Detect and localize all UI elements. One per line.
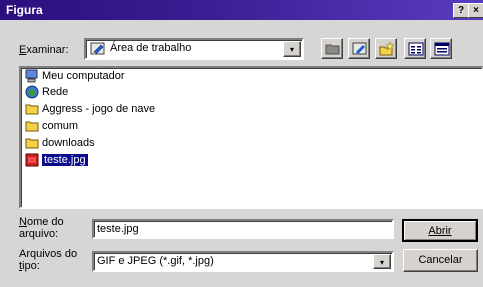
open-button-label: Abrir — [428, 225, 452, 237]
new-folder-button[interactable] — [375, 38, 397, 59]
lookin-dropdown-button[interactable]: ▾ — [283, 41, 301, 57]
filetype-label-line2: ipo: — [22, 260, 40, 272]
filename-label-line2: arquivo: — [19, 228, 59, 240]
up-folder-button[interactable] — [321, 38, 343, 59]
cancel-button[interactable]: Cancelar — [403, 249, 478, 272]
desktop-icon — [352, 42, 367, 55]
filename-input[interactable]: teste.jpg — [92, 219, 394, 239]
list-item-label: Meu computador — [42, 70, 125, 82]
list-item-label: teste.jpg — [42, 154, 88, 166]
list-item-label: Aggress - jogo de nave — [42, 103, 156, 115]
file-list[interactable]: Meu computador Rede Aggress - jogo de na… — [19, 66, 483, 209]
folder-icon — [25, 102, 39, 116]
cancel-button-label: Cancelar — [418, 254, 463, 266]
list-item-label: downloads — [42, 137, 95, 149]
list-item-computer[interactable]: Meu computador — [25, 68, 125, 84]
up-folder-icon — [325, 44, 340, 55]
filename-label-line1: ome do — [26, 216, 64, 228]
close-button[interactable]: × — [468, 3, 483, 18]
list-item-folder[interactable]: comum — [25, 118, 78, 134]
lookin-combo[interactable]: Área de trabalho ▾ — [84, 38, 304, 60]
open-button[interactable]: Abrir — [402, 219, 478, 242]
new-folder-icon — [379, 41, 395, 56]
details-view-button[interactable] — [430, 38, 452, 59]
filetype-value: GIF e JPEG (*.gif, *.jpg) — [97, 255, 214, 267]
list-item-file-selected[interactable]: teste.jpg — [25, 152, 88, 168]
list-item-folder[interactable]: Aggress - jogo de nave — [25, 101, 155, 117]
list-view-icon — [408, 42, 424, 56]
folder-icon — [25, 119, 39, 133]
list-item-label: Rede — [42, 86, 69, 98]
filetype-label-line1: Arquivos do — [19, 248, 78, 260]
details-view-icon — [434, 42, 450, 56]
desktop-button[interactable] — [348, 38, 370, 59]
list-view-button[interactable] — [404, 38, 426, 59]
filename-label: Nome do arquivo: — [19, 216, 64, 240]
window-title: Figura — [6, 3, 43, 17]
network-icon — [25, 85, 39, 99]
lookin-label-text: xaminar: — [26, 44, 69, 56]
help-button[interactable]: ? — [453, 3, 469, 18]
list-item-network[interactable]: Rede — [25, 84, 68, 100]
filetype-combo[interactable]: GIF e JPEG (*.gif, *.jpg) ▾ — [92, 251, 394, 272]
lookin-value: Área de trabalho — [110, 42, 192, 54]
filetype-label: Arquivos do tipo: — [19, 248, 78, 272]
list-item-folder[interactable]: downloads — [25, 135, 95, 151]
title-bar: Figura ? × — [0, 0, 483, 20]
filetype-dropdown-button[interactable]: ▾ — [373, 254, 391, 269]
computer-icon — [25, 69, 39, 83]
list-item-label: comum — [42, 120, 79, 132]
filename-value: teste.jpg — [97, 223, 139, 235]
desktop-icon — [90, 42, 106, 56]
lookin-label: Examinar: — [19, 44, 69, 56]
folder-icon — [25, 136, 39, 150]
image-file-icon — [25, 153, 39, 167]
